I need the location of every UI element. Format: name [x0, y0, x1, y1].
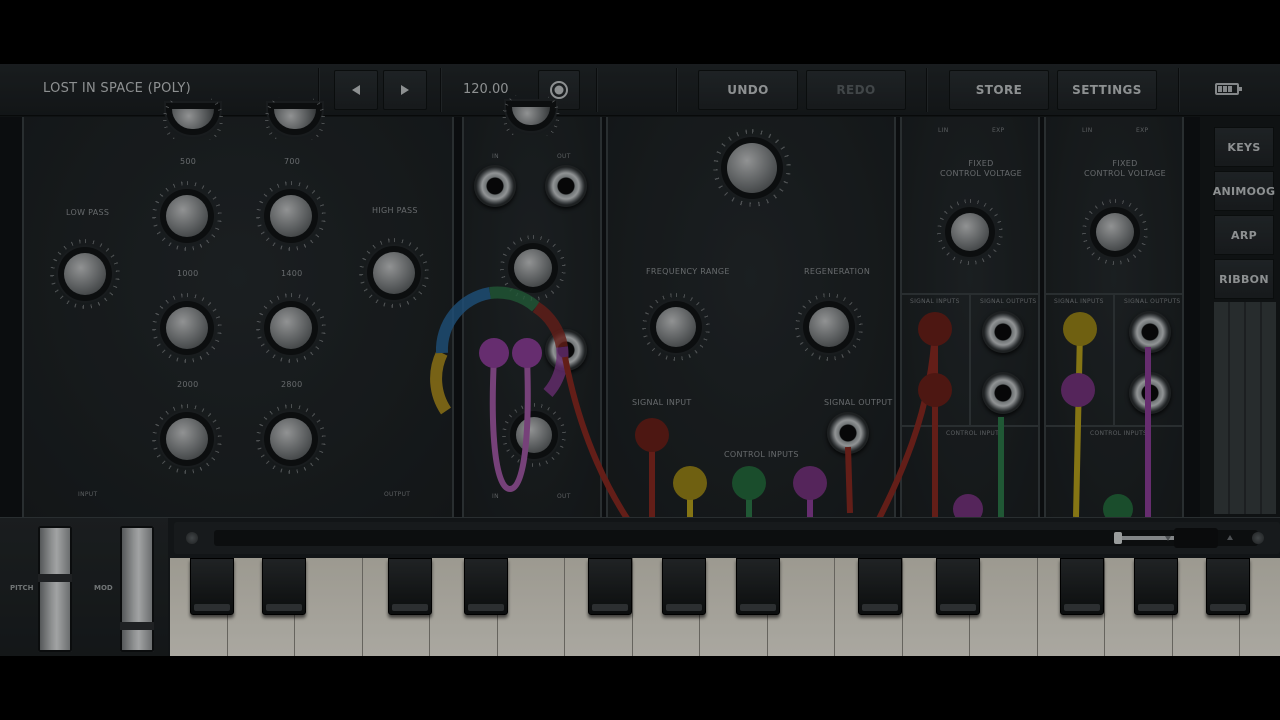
screw — [186, 532, 198, 544]
black-key[interactable] — [388, 558, 432, 615]
black-key[interactable] — [464, 558, 508, 615]
control-input-plug-green[interactable] — [732, 466, 766, 500]
settings-button[interactable]: SETTINGS — [1057, 70, 1157, 110]
cable-plug[interactable] — [479, 338, 509, 368]
white-key[interactable] — [970, 558, 1038, 656]
patch-cables — [430, 286, 1151, 517]
mod-label: MOD — [94, 584, 113, 592]
screw — [1252, 532, 1264, 544]
keyboard-area: PITCH MOD — [0, 517, 1280, 656]
battery-icon — [1215, 83, 1242, 95]
tempo-display[interactable]: 120.00 — [463, 82, 509, 97]
black-key[interactable] — [190, 558, 234, 615]
black-key[interactable] — [1060, 558, 1104, 615]
octave-toggle[interactable] — [1174, 528, 1218, 548]
black-key[interactable] — [1206, 558, 1250, 615]
divider — [926, 68, 928, 112]
cable-pink-loop[interactable] — [489, 356, 531, 493]
keyboard-scroll-bar — [174, 522, 1280, 554]
cv2-signal-input-plug[interactable] — [1063, 312, 1097, 346]
tab-animoog[interactable]: ANIMOOG — [1213, 171, 1275, 211]
piano-keyboard[interactable] — [170, 558, 1280, 656]
store-button[interactable]: STORE — [949, 70, 1049, 110]
redo-button[interactable]: REDO — [806, 70, 906, 110]
next-preset-button[interactable] — [383, 70, 427, 110]
black-key[interactable] — [736, 558, 780, 615]
divider — [676, 68, 678, 112]
pitch-label: PITCH — [10, 584, 34, 592]
triangle-left-icon — [352, 85, 360, 95]
cable-red-output[interactable] — [845, 446, 853, 514]
tab-arp[interactable]: ARP — [1214, 215, 1274, 255]
previous-preset-button[interactable] — [334, 70, 378, 110]
triangle-right-icon — [401, 85, 409, 95]
divider — [596, 68, 598, 112]
mod-wheel[interactable] — [120, 526, 154, 652]
black-key[interactable] — [662, 558, 706, 615]
black-key[interactable] — [588, 558, 632, 615]
cv1-control-plug[interactable] — [953, 494, 983, 517]
cable-red[interactable] — [562, 356, 640, 517]
cv1-signal-input-plug-2[interactable] — [918, 373, 952, 407]
divider — [1178, 68, 1180, 112]
side-panel: KEYS ANIMOOG ARP RIBBON — [1200, 117, 1280, 517]
black-key[interactable] — [936, 558, 980, 615]
record-icon — [550, 81, 568, 99]
cv2-control-plug[interactable] — [1103, 494, 1133, 517]
synth-app: LOST IN SPACE (POLY) 120.00 UNDO REDO ST… — [0, 64, 1280, 656]
keyboard-range-strip[interactable] — [214, 530, 1258, 546]
wheel-panel: PITCH MOD — [0, 518, 168, 656]
arrow-down-icon[interactable] — [1164, 533, 1172, 543]
tab-keys[interactable]: KEYS — [1214, 127, 1274, 167]
black-key[interactable] — [1134, 558, 1178, 615]
control-input-plug-purple[interactable] — [793, 466, 827, 500]
arrow-up-icon[interactable] — [1226, 533, 1234, 543]
tab-ribbon[interactable]: RIBBON — [1214, 259, 1274, 299]
preset-name[interactable]: LOST IN SPACE (POLY) — [43, 81, 191, 96]
black-key[interactable] — [262, 558, 306, 615]
control-input-plug-yellow[interactable] — [673, 466, 707, 500]
cable-yellow-2[interactable] — [1073, 330, 1083, 517]
rack-overview-map[interactable] — [1214, 302, 1276, 514]
cable-red-2[interactable] — [870, 330, 938, 517]
cable-plug[interactable] — [512, 338, 542, 368]
signal-input-plug[interactable] — [635, 418, 669, 452]
cv1-signal-input-plug[interactable] — [918, 312, 952, 346]
divider — [440, 68, 442, 112]
cv2-signal-input-plug-2[interactable] — [1061, 373, 1095, 407]
undo-button[interactable]: UNDO — [698, 70, 798, 110]
black-key[interactable] — [858, 558, 902, 615]
pitch-wheel[interactable] — [38, 526, 72, 652]
